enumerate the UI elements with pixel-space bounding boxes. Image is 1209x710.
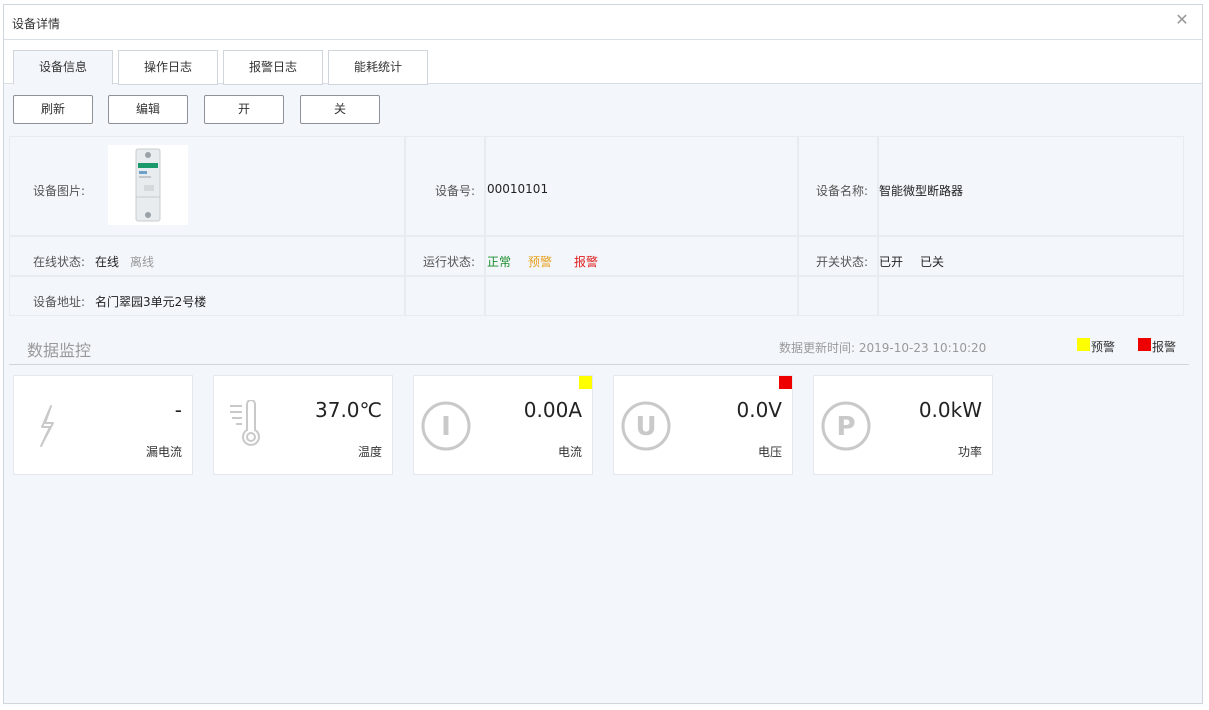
edit-button[interactable]: 编辑 — [108, 95, 188, 124]
run-status-warning: 预警 — [528, 255, 553, 269]
address-label: 设备地址: — [32, 295, 85, 309]
thermometer-icon — [230, 400, 260, 446]
metric-value-leakage: - — [174, 398, 182, 422]
device-info-table: 设备图片: 设备号: 00010101 设备名称: 智能微型断路器 在线状态: … — [9, 136, 1184, 316]
tab-device-info[interactable]: 设备信息 — [13, 50, 113, 85]
power-p-icon: P — [821, 401, 871, 451]
metric-name-current: 电流 — [557, 445, 582, 459]
current-i-icon: I — [421, 401, 471, 451]
switch-status-off: 已关 — [920, 255, 945, 269]
section-divider — [9, 364, 1189, 365]
online-status-online: 在线 — [95, 255, 120, 269]
info-cell-empty-4 — [878, 276, 1184, 316]
run-status-alarm: 报警 — [574, 255, 599, 269]
run-status-normal: 正常 — [487, 255, 512, 269]
device-no-value: 00010101 — [487, 182, 549, 196]
info-cell-empty-2 — [485, 276, 798, 316]
switch-status-label: 开关状态: — [815, 255, 868, 269]
close-icon[interactable]: ✕ — [1172, 10, 1192, 30]
breaker-image-icon — [108, 145, 188, 225]
switch-status-on: 已开 — [879, 255, 904, 269]
metric-card-leakage: - 漏电流 — [13, 375, 193, 475]
run-status-label: 运行状态: — [422, 255, 475, 269]
svg-text:I: I — [441, 412, 451, 442]
dialog-title: 设备详情 — [12, 17, 61, 31]
warning-flag — [579, 376, 592, 389]
info-cell-empty-1 — [405, 276, 485, 316]
svg-text:P: P — [836, 412, 855, 442]
metric-name-voltage: 电压 — [757, 445, 782, 459]
alarm-flag — [779, 376, 792, 389]
metric-card-current: I 0.00A 电流 — [413, 375, 593, 475]
dialog-titlebar: 设备详情 ✕ — [4, 5, 1202, 40]
online-status-label: 在线状态: — [32, 255, 85, 269]
device-no-label: 设备号: — [434, 184, 475, 198]
metric-card-voltage: U 0.0V 电压 — [613, 375, 793, 475]
voltage-u-icon: U — [621, 401, 671, 451]
tab-alarm-log[interactable]: 报警日志 — [223, 50, 323, 85]
device-image-label: 设备图片: — [32, 184, 85, 198]
metric-card-temperature: 37.0℃ 温度 — [213, 375, 393, 475]
online-status-offline: 离线 — [130, 255, 155, 269]
device-image — [108, 145, 188, 225]
legend-alarm-label: 报警 — [1152, 340, 1177, 354]
switch-off-button[interactable]: 关 — [300, 95, 380, 124]
legend-warning-swatch — [1077, 338, 1090, 351]
legend-alarm-swatch — [1138, 338, 1151, 351]
metric-value-power: 0.0kW — [918, 398, 982, 422]
svg-text:U: U — [635, 412, 656, 442]
switch-on-button[interactable]: 开 — [204, 95, 284, 124]
device-name-value: 智能微型断路器 — [879, 184, 964, 198]
metric-value-current: 0.00A — [523, 398, 582, 422]
legend-warning-label: 预警 — [1091, 340, 1116, 354]
tab-operation-log[interactable]: 操作日志 — [118, 50, 218, 85]
info-cell-empty-3 — [798, 276, 878, 316]
metric-name-temperature: 温度 — [357, 445, 382, 459]
tab-energy-stats[interactable]: 能耗统计 — [328, 50, 428, 85]
monitor-title: 数据监控 — [27, 341, 92, 360]
metric-value-temperature: 37.0℃ — [315, 398, 382, 422]
tab-bar: 设备信息 操作日志 报警日志 能耗统计 — [4, 40, 1202, 85]
refresh-button[interactable]: 刷新 — [13, 95, 93, 124]
metric-value-voltage: 0.0V — [736, 398, 783, 422]
metric-name-leakage: 漏电流 — [145, 445, 182, 459]
lightning-icon — [40, 405, 54, 447]
metric-card-power: P 0.0kW 功率 — [813, 375, 993, 475]
address-value: 名门翠园3单元2号楼 — [95, 295, 207, 309]
device-name-label: 设备名称: — [815, 184, 868, 198]
metric-name-power: 功率 — [957, 445, 982, 459]
update-time: 数据更新时间: 2019-10-23 10:10:20 — [779, 341, 987, 355]
